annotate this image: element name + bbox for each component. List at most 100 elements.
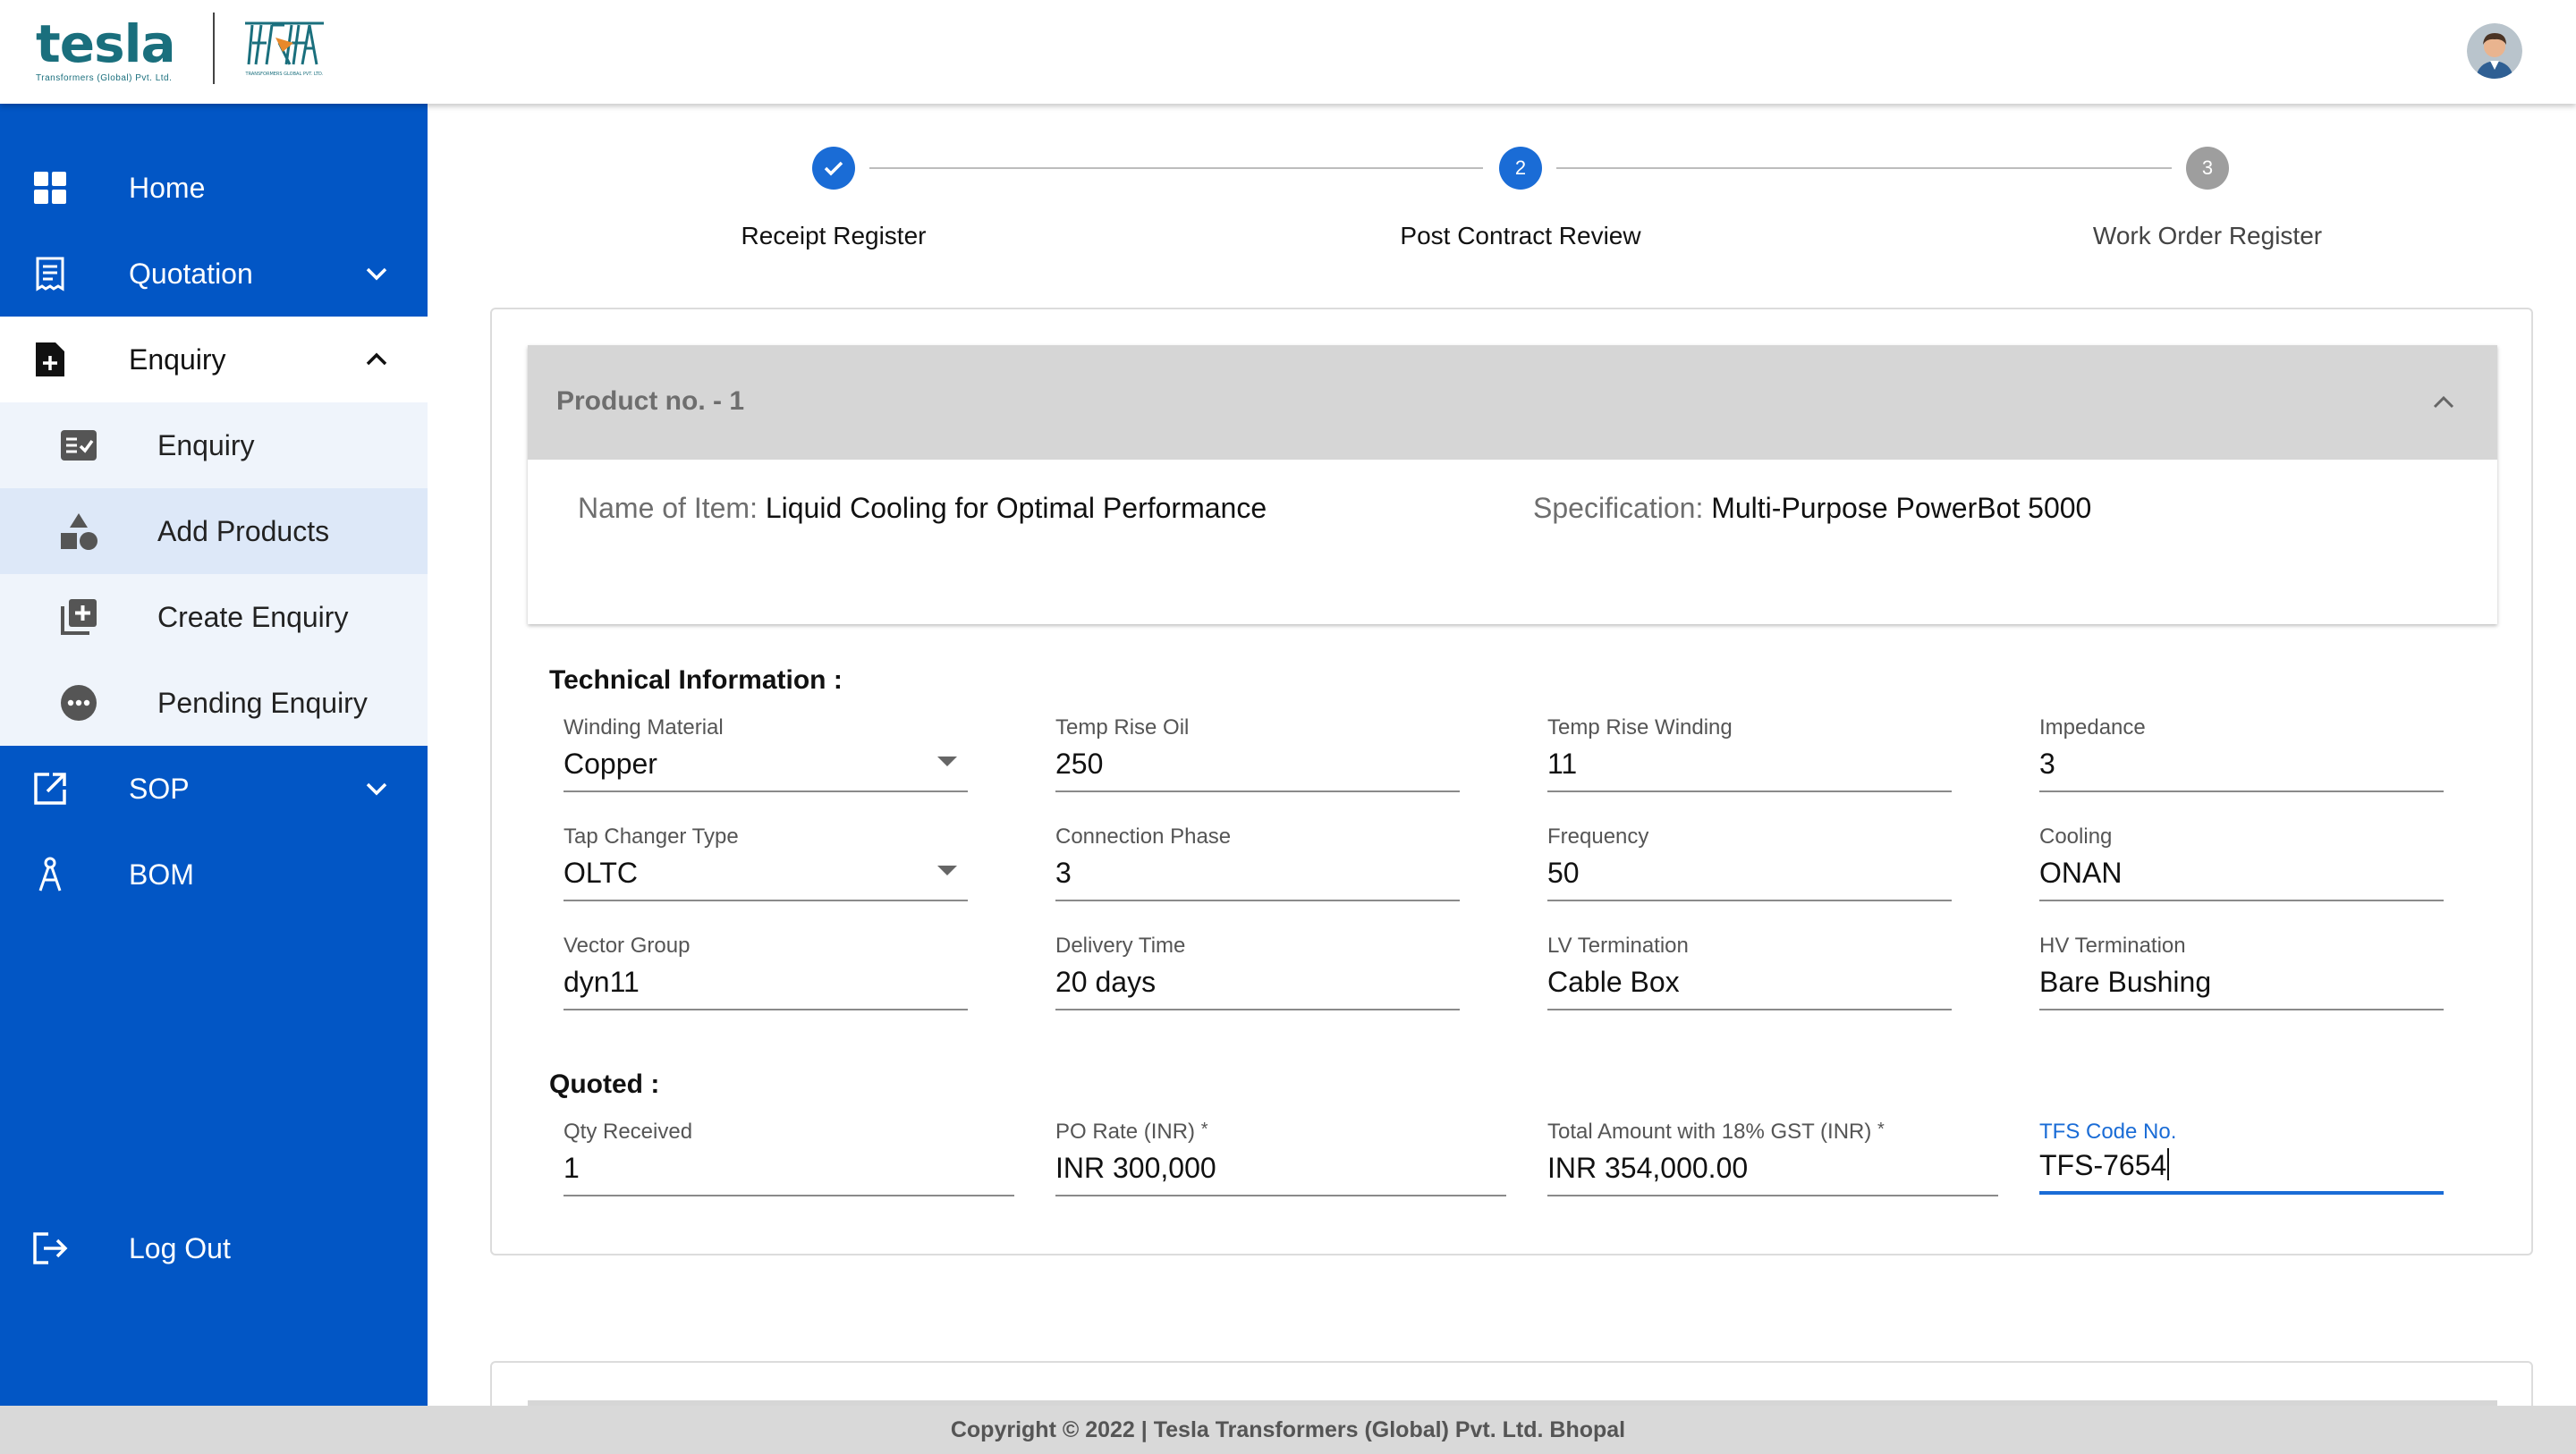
delivery-time-field[interactable]: Delivery Time 20 days [1055,934,1460,1023]
item-name-value: Liquid Cooling for Optimal Performance [765,492,1267,524]
accordion-header[interactable]: Product no. - 1 [528,345,2497,460]
field-label: HV Termination [2039,934,2186,958]
secondary-logo-text: TRANSFORMERS GLOBAL PVT. LTD. [245,72,324,77]
sidebar: Home Quotation Enquiry Enquiry Add Produ… [0,104,428,1406]
hv-termination-field[interactable]: HV Termination Bare Bushing [2039,934,2444,1023]
chevron-down-icon [366,782,387,796]
specification-row: Specification: Multi-Purpose PowerBot 50… [1533,492,2091,525]
field-label: Connection Phase [1055,824,1232,849]
step-2-circle[interactable]: 2 [1499,147,1542,190]
technical-info-heading: Technical Information : [549,665,843,695]
required-asterisk: * [1877,1120,1885,1139]
logout-icon [32,1230,68,1266]
tap-changer-type-select[interactable]: Tap Changer Type OLTC [564,824,968,914]
product-accordion: Product no. - 1 Name of Item: Liquid Coo… [528,345,2497,624]
compass-icon [32,857,68,892]
field-label: Tap Changer Type [564,824,739,849]
field-value: 50 [1547,857,1580,889]
field-label: Frequency [1547,824,1649,849]
total-amount-gst-field[interactable]: Total Amount with 18% GST (INR) * INR 35… [1547,1120,1998,1209]
field-value: OLTC [564,857,638,889]
step-3-circle[interactable]: 3 [2186,147,2229,190]
field-label-text: PO Rate (INR) [1055,1120,1196,1144]
temp-rise-winding-field[interactable]: Temp Rise Winding 11 [1547,715,1952,805]
field-value: 3 [2039,748,2055,780]
enquiry-submenu: Enquiry Add Products Create Enquiry Pend… [0,402,428,746]
qty-received-field[interactable]: Qty Received 1 [564,1120,1014,1209]
sidebar-subitem-create-enquiry[interactable]: Create Enquiry [0,574,428,660]
field-label: Qty Received [564,1120,693,1144]
field-label: PO Rate (INR) * [1055,1120,1208,1145]
dropdown-arrow-icon [937,757,957,766]
field-label-text: Total Amount with 18% GST (INR) [1547,1120,1872,1144]
sidebar-subitem-label: Create Enquiry [157,600,349,633]
field-label: Winding Material [564,715,724,740]
winding-material-select[interactable]: Winding Material Copper [564,715,968,805]
sidebar-item-label: Enquiry [129,342,226,376]
step-number: 3 [2201,156,2214,179]
sidebar-subitem-label: Enquiry [157,428,255,461]
text-cursor [2167,1148,2170,1180]
field-label: Temp Rise Winding [1547,715,1733,740]
vector-group-field[interactable]: Vector Group dyn11 [564,934,968,1023]
more-circle-icon [59,683,98,723]
tfs-code-field[interactable]: TFS Code No. TFS-7654 [2039,1120,2444,1209]
sidebar-item-bom[interactable]: BOM [0,832,428,917]
field-value-text: TFS-7654 [2039,1149,2167,1181]
checklist-icon [59,426,98,465]
specification-value: Multi-Purpose PowerBot 5000 [1711,492,2092,524]
sidebar-subitem-label: Pending Enquiry [157,686,368,719]
avatar-icon [2467,23,2522,79]
logout-label: Log Out [129,1231,231,1264]
logo-wordmark: tesla [36,13,176,74]
logout-button[interactable]: Log Out [0,1205,428,1291]
step-label-post-contract-review: Post Contract Review [1400,222,1641,249]
step-1-circle[interactable] [812,147,855,190]
sidebar-item-enquiry[interactable]: Enquiry [0,317,428,402]
receipt-icon [32,256,68,292]
company-logo[interactable]: tesla Transformers (Global) Pvt. Ltd. [36,13,176,83]
sidebar-item-quotation[interactable]: Quotation [0,231,428,317]
item-name-row: Name of Item: Liquid Cooling for Optimal… [578,492,1267,525]
sidebar-item-label: Quotation [129,257,253,290]
footer-copyright: Copyright © 2022 | Tesla Transformers (G… [0,1406,2576,1454]
field-value: Copper [564,748,657,780]
lv-termination-field[interactable]: LV Termination Cable Box [1547,934,1952,1023]
grid-icon [32,170,68,206]
open-external-icon [32,771,68,807]
sidebar-item-home[interactable]: Home [0,145,428,231]
cooling-field[interactable]: Cooling ONAN [2039,824,2444,914]
chevron-down-icon [366,267,387,281]
secondary-logo-icon: TRANSFORMERS GLOBAL PVT. LTD. [245,21,324,77]
field-value: Cable Box [1547,966,1680,998]
sidebar-item-sop[interactable]: SOP [0,746,428,832]
field-label: LV Termination [1547,934,1689,958]
user-avatar[interactable] [2467,23,2522,79]
step-connector [1556,167,2172,169]
step-connector [869,167,1483,169]
logo-subtitle: Transformers (Global) Pvt. Ltd. [36,73,173,83]
item-name-key: Name of Item: [578,492,758,524]
temp-rise-oil-field[interactable]: Temp Rise Oil 250 [1055,715,1460,805]
chevron-up-icon [2433,395,2454,409]
frequency-field[interactable]: Frequency 50 [1547,824,1952,914]
field-value: ONAN [2039,857,2123,889]
file-plus-icon [32,342,68,377]
sidebar-subitem-add-products[interactable]: Add Products [0,488,428,574]
required-asterisk: * [1200,1120,1208,1139]
shapes-icon [59,511,98,551]
field-value: INR 300,000 [1055,1152,1216,1184]
po-rate-field[interactable]: PO Rate (INR) * INR 300,000 [1055,1120,1506,1209]
connection-phase-field[interactable]: Connection Phase 3 [1055,824,1460,914]
field-label: Vector Group [564,934,691,958]
sidebar-subitem-enquiry[interactable]: Enquiry [0,402,428,488]
field-label: TFS Code No. [2039,1120,2177,1144]
field-label: Impedance [2039,715,2146,740]
specification-key: Specification: [1533,492,1704,524]
field-label: Total Amount with 18% GST (INR) * [1547,1120,1885,1145]
field-value: 11 [1547,748,1578,780]
step-label-work-order-register: Work Order Register [2092,222,2323,249]
impedance-field[interactable]: Impedance 3 [2039,715,2444,805]
top-app-bar: tesla Transformers (Global) Pvt. Ltd. TR… [0,0,2576,104]
sidebar-subitem-pending-enquiry[interactable]: Pending Enquiry [0,660,428,746]
